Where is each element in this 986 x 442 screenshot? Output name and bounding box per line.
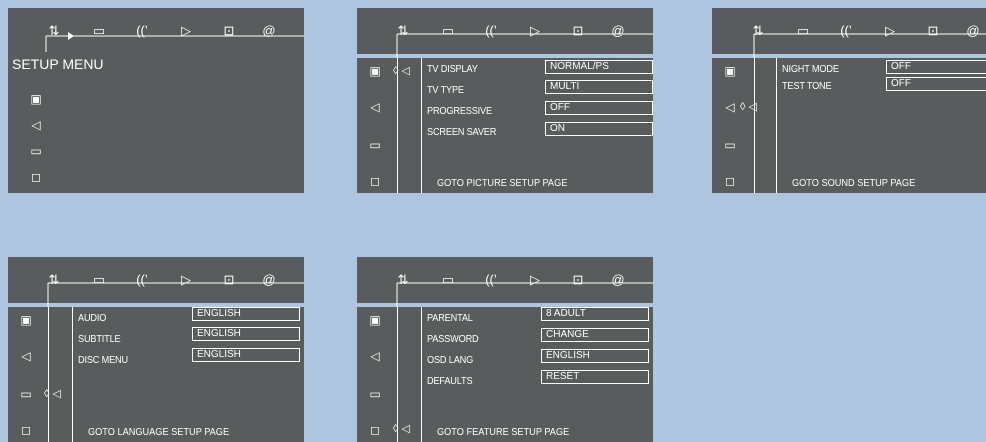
row-label: TV DISPLAY	[427, 64, 478, 75]
display-icon[interactable]: ⊡	[921, 21, 945, 39]
selection-cursor: ◊ ◁	[393, 423, 410, 435]
spiral-icon[interactable]: @	[961, 21, 985, 39]
row-label: SCREEN SAVER	[427, 127, 497, 138]
general-setup-icon[interactable]: ⇅	[746, 21, 770, 39]
play-icon[interactable]: ▷	[174, 21, 198, 39]
audio-icon[interactable]: ((ʼ	[130, 270, 154, 288]
row-value[interactable]: CHANGE	[541, 328, 649, 342]
spiral-icon[interactable]: @	[606, 21, 630, 39]
chat-icon[interactable]: ▭	[367, 387, 383, 401]
general-setup-icon[interactable]: ⇅	[391, 21, 415, 39]
row-label: DEFAULTS	[427, 376, 473, 387]
row-value[interactable]: ENGLISH	[541, 349, 649, 363]
row-label: AUDIO	[78, 313, 107, 324]
row-value[interactable]: MULTI	[545, 80, 653, 94]
play-icon[interactable]: ▷	[523, 270, 547, 288]
speaker-icon[interactable]: ◁	[18, 349, 34, 363]
menu-body: SETUP MENU ▣ ◁ ▭ ◻	[8, 52, 304, 193]
play-icon[interactable]: ▷	[174, 270, 198, 288]
feature-setup-panel: ⇅ ▭ ((ʼ ▷ ⊡ @ ▣ ◁ ▭ ◻ ◊ ◁ PARENTAL 8 ADU…	[357, 257, 653, 442]
setup-menu-title: SETUP MENU	[12, 56, 104, 72]
audio-icon[interactable]: ((ʼ	[479, 21, 503, 39]
person-icon[interactable]: ▣	[722, 64, 738, 78]
row-value[interactable]: ON	[545, 122, 653, 136]
goto-page-link[interactable]: GOTO PICTURE SETUP PAGE	[437, 178, 567, 189]
row-value[interactable]: ENGLISH	[192, 348, 300, 362]
spiral-icon[interactable]: @	[257, 270, 281, 288]
briefcase-icon[interactable]: ◻	[18, 423, 34, 437]
row-value[interactable]: OFF	[886, 60, 986, 74]
speaker-icon[interactable]: ◁	[722, 100, 738, 114]
display-icon[interactable]: ⊡	[217, 21, 241, 39]
speaker-icon[interactable]: ◁	[367, 100, 383, 114]
row-value[interactable]: RESET	[541, 370, 649, 384]
person-icon[interactable]: ▣	[18, 313, 34, 327]
language-setup-panel: ⇅ ▭ ((ʼ ▷ ⊡ @ ▣ ◁ ▭ ◻ ◊ ◁ AUDIO ENGLISH …	[8, 257, 304, 442]
speaker-icon[interactable]: ◁	[367, 349, 383, 363]
display-icon[interactable]: ⊡	[217, 270, 241, 288]
audio-icon[interactable]: ((ʼ	[479, 270, 503, 288]
briefcase-icon[interactable]: ◻	[28, 170, 44, 184]
briefcase-icon[interactable]: ◻	[722, 174, 738, 188]
display-icon[interactable]: ⊡	[566, 21, 590, 39]
subtitle-icon[interactable]: ▭	[87, 21, 111, 39]
chat-icon[interactable]: ▭	[28, 144, 44, 158]
person-icon[interactable]: ▣	[28, 92, 44, 106]
sound-setup-panel: ⇅ ▭ ((ʼ ▷ ⊡ @ ▣ ◁ ▭ ◻ ◊ ◁ NIGHT MODE OFF…	[712, 8, 986, 193]
subtitle-icon[interactable]: ▭	[87, 270, 111, 288]
audio-icon[interactable]: ((ʼ	[130, 21, 154, 39]
audio-icon[interactable]: ((ʼ	[834, 21, 858, 39]
row-value[interactable]: NORMAL/PS	[545, 60, 653, 74]
briefcase-icon[interactable]: ◻	[367, 423, 383, 437]
selection-cursor: ◊ ◁	[44, 388, 61, 400]
row-value[interactable]: 8 ADULT	[541, 307, 649, 321]
row-label: PARENTAL	[427, 313, 473, 324]
selection-cursor: ◊ ◁	[393, 65, 410, 77]
spiral-icon[interactable]: @	[257, 21, 281, 39]
row-label: TV TYPE	[427, 85, 464, 96]
display-icon[interactable]: ⊡	[566, 270, 590, 288]
row-label: PROGRESSIVE	[427, 106, 492, 117]
setup-menu-panel: ⇅ ▭ ((ʼ ▷ ⊡ @ SETUP MENU ▣ ◁ ▭ ◻	[8, 8, 304, 193]
spiral-icon[interactable]: @	[606, 270, 630, 288]
row-value[interactable]: OFF	[886, 77, 986, 91]
goto-page-link[interactable]: GOTO SOUND SETUP PAGE	[792, 178, 915, 189]
speaker-icon[interactable]: ◁	[28, 118, 44, 132]
subtitle-icon[interactable]: ▭	[436, 21, 460, 39]
row-label: SUBTITLE	[78, 334, 121, 345]
chat-icon[interactable]: ▭	[722, 138, 738, 152]
goto-page-link[interactable]: GOTO FEATURE SETUP PAGE	[437, 427, 569, 438]
play-icon[interactable]: ▷	[523, 21, 547, 39]
general-setup-icon[interactable]: ⇅	[391, 270, 415, 288]
row-label: NIGHT MODE	[782, 64, 839, 75]
person-icon[interactable]: ▣	[367, 313, 383, 327]
goto-page-link[interactable]: GOTO LANGUAGE SETUP PAGE	[88, 427, 229, 438]
general-setup-icon[interactable]: ⇅	[42, 270, 66, 288]
chat-icon[interactable]: ▭	[367, 138, 383, 152]
row-label: PASSWORD	[427, 334, 479, 345]
chat-icon[interactable]: ▭	[18, 387, 34, 401]
play-icon[interactable]: ▷	[878, 21, 902, 39]
briefcase-icon[interactable]: ◻	[367, 174, 383, 188]
subtitle-icon[interactable]: ▭	[436, 270, 460, 288]
row-label: TEST TONE	[782, 81, 832, 92]
general-setup-icon[interactable]: ⇅	[42, 21, 66, 39]
row-label: OSD LANG	[427, 355, 474, 366]
row-value[interactable]: OFF	[545, 101, 653, 115]
row-value[interactable]: ENGLISH	[192, 307, 300, 321]
row-value[interactable]: ENGLISH	[192, 327, 300, 341]
subtitle-icon[interactable]: ▭	[791, 21, 815, 39]
row-label: DISC MENU	[78, 355, 128, 366]
picture-setup-panel: ⇅ ▭ ((ʼ ▷ ⊡ @ ▣ ◁ ▭ ◻ ◊ ◁ TV DISPLAY NOR…	[357, 8, 653, 193]
person-icon[interactable]: ▣	[367, 64, 383, 78]
